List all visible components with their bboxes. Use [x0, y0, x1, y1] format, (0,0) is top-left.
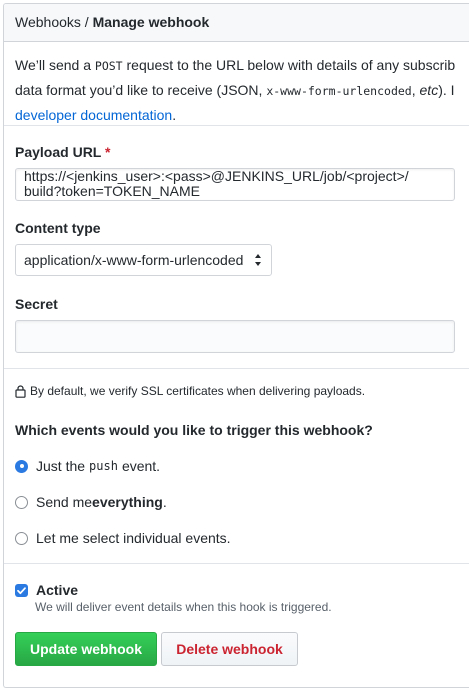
radio-button[interactable] [15, 531, 28, 545]
divider [4, 125, 469, 126]
payload-url-input[interactable]: https://<jenkins_user>:<pass>@JENKINS_UR… [15, 168, 455, 201]
payload-url-line-2: build?token=TOKEN_NAME [24, 183, 200, 199]
intro-line-2: data format you’d like to receive (JSON,… [15, 82, 455, 98]
radio-select-individual[interactable]: Let me select individual events. [15, 530, 231, 546]
active-label: Active [36, 582, 79, 598]
content-type-select[interactable]: application/x-www-form-urlencoded [15, 244, 273, 276]
radio-just-push[interactable]: Just the push event. [15, 458, 160, 474]
secret-input[interactable] [15, 320, 455, 353]
radio-send-everything[interactable]: Send me everything. [15, 494, 167, 510]
developer-documentation-link[interactable]: developer documentation [15, 107, 172, 123]
push-code: push [89, 459, 118, 473]
delete-webhook-button[interactable]: Delete webhook [161, 632, 298, 666]
active-checkbox[interactable] [15, 583, 28, 597]
check-icon [17, 586, 26, 594]
breadcrumb-separator: / [84, 14, 89, 30]
divider [4, 563, 469, 564]
intro-line-1: We’ll send a POST request to the URL bel… [15, 57, 456, 73]
panel-header: Webhooks / Manage webhook [4, 4, 469, 42]
intro-line-3: developer documentation. [15, 107, 177, 123]
content-type-value: application/x-www-form-urlencoded [24, 252, 244, 268]
breadcrumb-webhooks[interactable]: Webhooks [15, 14, 81, 30]
intro-text: We’ll send a POST request to the URL bel… [4, 42, 469, 127]
divider [4, 368, 469, 369]
page-title: Manage webhook [92, 14, 210, 30]
radio-button[interactable] [15, 495, 28, 509]
active-note: We will deliver event details when this … [35, 600, 332, 614]
events-question: Which events would you like to trigger t… [15, 422, 373, 438]
select-arrows-icon [255, 254, 262, 266]
content-type-label: Content type [15, 220, 101, 236]
manage-webhook-panel: Webhooks / Manage webhook We’ll send a P… [3, 3, 469, 688]
active-checkbox-row[interactable]: Active [15, 582, 78, 598]
payload-url-label: Payload URL * [15, 144, 111, 160]
radio-button-checked[interactable] [15, 459, 28, 473]
required-asterisk: * [105, 144, 111, 160]
lock-icon [15, 384, 26, 398]
secret-label: Secret [15, 296, 58, 312]
payload-url-line-1: https://<jenkins_user>:<pass>@JENKINS_UR… [24, 168, 409, 184]
update-webhook-button[interactable]: Update webhook [15, 632, 157, 666]
post-method-code: POST [94, 59, 123, 73]
ssl-note: By default, we verify SSL certificates w… [15, 384, 365, 398]
urlencoded-code: x-www-form-urlencoded [266, 84, 412, 98]
